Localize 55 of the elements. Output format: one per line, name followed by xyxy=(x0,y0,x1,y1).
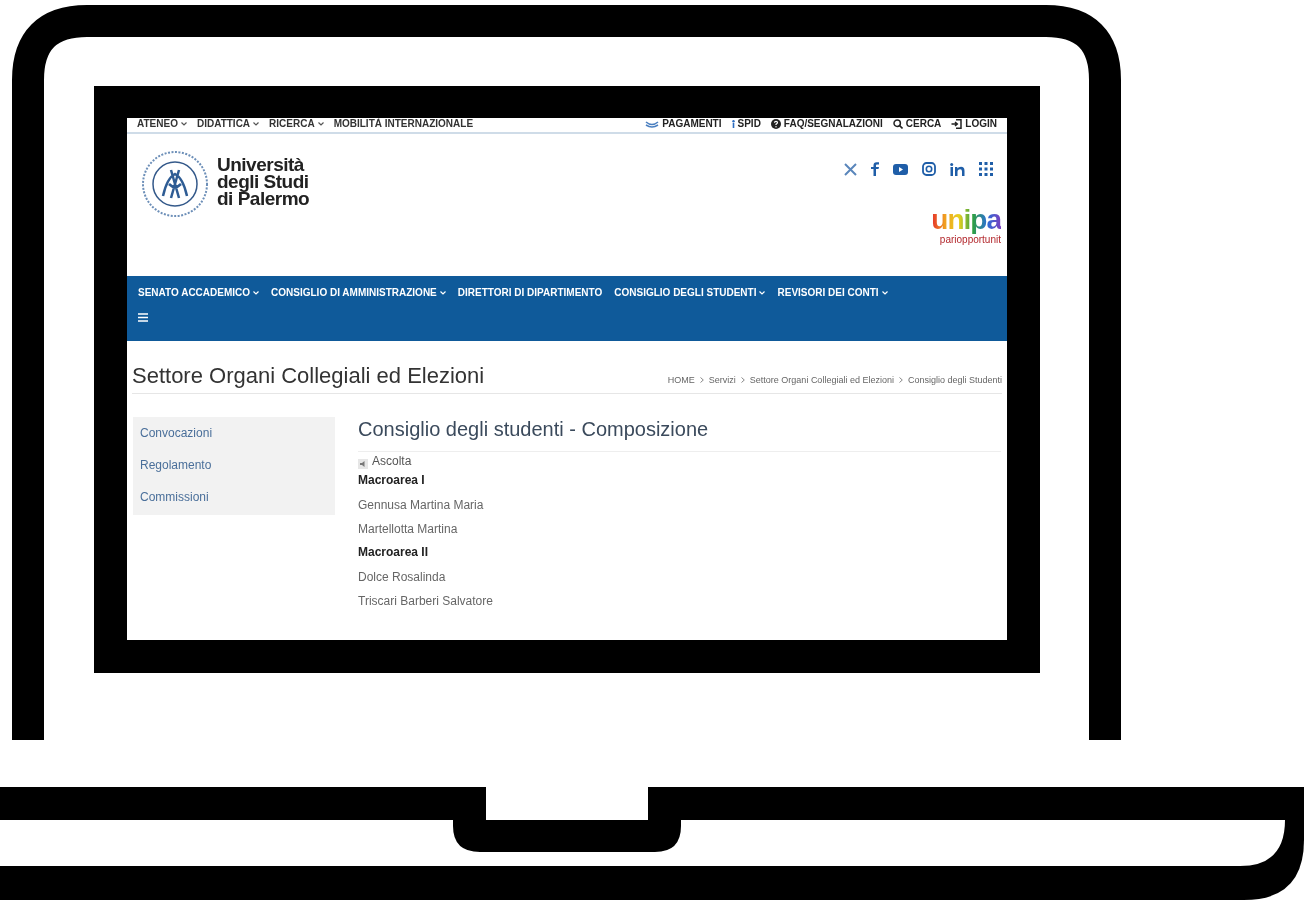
university-name: Università degli Studi di Palermo xyxy=(217,153,310,207)
caret-icon xyxy=(439,291,446,295)
chevron-icon xyxy=(699,377,704,384)
chevron-icon xyxy=(898,377,903,384)
top-link[interactable]: SPID xyxy=(737,118,761,130)
sidebar-link[interactable]: Convocazioni xyxy=(140,423,328,443)
chevron-icon xyxy=(740,377,745,384)
sidebar-link[interactable]: Regolamento xyxy=(140,455,328,475)
login-icon xyxy=(951,118,963,129)
breadcrumb-link[interactable]: HOME xyxy=(667,373,695,387)
member-name: Triscari Barberi Salvatore xyxy=(358,593,494,610)
caret-icon xyxy=(881,291,888,295)
youtube-icon[interactable] xyxy=(893,163,908,175)
speaker-icon[interactable] xyxy=(358,459,368,469)
sidebar-link[interactable]: Commissioni xyxy=(140,487,328,507)
university-seal-icon xyxy=(141,150,209,218)
breadcrumb-link[interactable]: Consiglio degli Studenti xyxy=(907,373,1002,387)
facebook-icon[interactable] xyxy=(871,162,879,176)
caret-icon xyxy=(317,121,324,126)
breadcrumb-link[interactable]: Servizi xyxy=(708,373,736,387)
x-social-icon[interactable] xyxy=(844,162,857,176)
group-heading: Macroarea II xyxy=(358,544,430,561)
caret-icon xyxy=(759,291,766,295)
listen-link[interactable]: Ascolta xyxy=(372,454,412,468)
instagram-icon[interactable] xyxy=(922,162,936,176)
logo-tagline: pariopportunit xyxy=(939,234,1001,246)
person-icon xyxy=(731,119,735,128)
nav-link[interactable]: REVISORI DEI CONTI xyxy=(777,287,879,299)
unipa-logo-text: unipa xyxy=(931,206,1001,234)
top-menu-link[interactable]: DIDATTICA xyxy=(196,118,251,130)
top-menu-link[interactable]: MOBILITÀ INTERNAZIONALE xyxy=(333,118,474,130)
member-name: Gennusa Martina Maria xyxy=(358,497,485,514)
caret-icon xyxy=(180,121,187,126)
menu-icon[interactable] xyxy=(138,313,148,322)
apps-grid-icon[interactable] xyxy=(979,162,993,176)
member-name: Dolce Rosalinda xyxy=(358,569,447,586)
top-link[interactable]: FAQ/SEGNALAZIONI xyxy=(783,118,883,130)
search-icon xyxy=(892,118,903,129)
nav-link[interactable]: CONSIGLIO DEGLI STUDENTI xyxy=(614,287,757,299)
top-link[interactable]: PAGAMENTI xyxy=(662,118,722,130)
section-title: Settore Organi Collegiali ed Elezioni xyxy=(132,363,485,389)
top-menu-link[interactable]: ATENEO xyxy=(137,118,178,130)
top-menu-link[interactable]: RICERCA xyxy=(269,118,315,130)
caret-icon xyxy=(253,291,260,295)
group-heading: Macroarea I xyxy=(358,472,426,489)
top-link[interactable]: LOGIN xyxy=(965,118,997,130)
top-link[interactable]: CERCA xyxy=(905,118,942,130)
caret-icon xyxy=(253,121,260,126)
page-title: Consiglio degli studenti - Composizione xyxy=(358,417,1001,452)
nav-link[interactable]: SENATO ACCADEMICO xyxy=(138,287,251,299)
linkedin-icon[interactable] xyxy=(950,162,965,176)
nav-link[interactable]: CONSIGLIO DI AMMINISTRAZIONE xyxy=(271,287,437,299)
breadcrumb-link[interactable]: Settore Organi Collegiali ed Elezioni xyxy=(749,373,894,387)
nav-link[interactable]: DIRETTORI DI DIPARTIMENTO xyxy=(457,287,603,299)
member-name: Martellotta Martina xyxy=(358,521,459,538)
